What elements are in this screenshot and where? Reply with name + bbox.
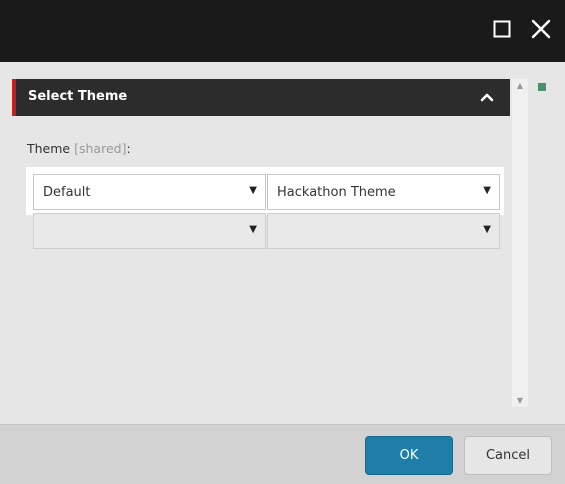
dialog-titlebar [0, 0, 565, 62]
theme-field-label: Theme [shared]: [27, 141, 131, 156]
vertical-scrollbar[interactable]: ▲ ▼ [512, 79, 528, 407]
close-button[interactable] [529, 17, 553, 41]
field-shared-tag: [shared] [74, 141, 127, 156]
panel-header-select-theme[interactable]: Select Theme [12, 79, 510, 116]
dropdown-arrow-icon: ▼ [249, 224, 257, 235]
theme-select-empty-right[interactable]: ▼ [267, 213, 500, 249]
dropdown-arrow-icon: ▼ [249, 185, 257, 196]
panel-title: Select Theme [28, 89, 128, 104]
select-value: Hackathon Theme [277, 185, 396, 200]
theme-select-default[interactable]: Default ▼ [33, 174, 266, 210]
scroll-down-arrow-icon[interactable]: ▼ [512, 396, 528, 405]
field-label-colon: : [126, 141, 131, 156]
dialog-footer: OK Cancel [0, 424, 565, 484]
dropdown-arrow-icon: ▼ [483, 185, 491, 196]
theme-select-empty-left[interactable]: ▼ [33, 213, 266, 249]
dialog-content: Select Theme Theme [shared]: Default ▼ H… [0, 62, 565, 424]
status-indicator-icon [538, 83, 546, 91]
close-icon [531, 19, 551, 39]
scroll-up-arrow-icon[interactable]: ▲ [512, 81, 528, 90]
chevron-up-icon[interactable] [480, 92, 494, 102]
theme-select-hackathon[interactable]: Hackathon Theme ▼ [267, 174, 500, 210]
dropdown-arrow-icon: ▼ [483, 224, 491, 235]
ok-button[interactable]: OK [365, 436, 453, 475]
select-value: Default [43, 185, 91, 200]
maximize-icon [493, 20, 511, 38]
field-label-text: Theme [27, 141, 71, 156]
cancel-button[interactable]: Cancel [464, 436, 552, 475]
maximize-button[interactable] [490, 17, 514, 41]
